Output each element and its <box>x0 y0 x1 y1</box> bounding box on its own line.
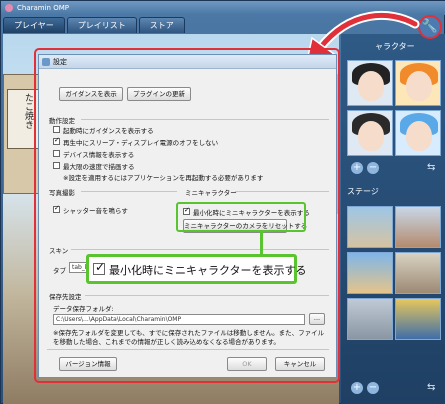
checkbox-label: デバイス情報を表示する <box>63 151 135 159</box>
cancel-button[interactable]: キャンセル <box>275 357 325 371</box>
character-thumb[interactable] <box>347 110 393 156</box>
checkbox-box <box>53 125 60 133</box>
stage-thumb[interactable] <box>395 206 441 248</box>
browse-folder-button[interactable]: ... <box>309 313 325 325</box>
zoomed-mini-character-callout: 最小化時にミニキャラクターを表示する <box>86 254 307 284</box>
checkbox-label: 最大限の速度で描画する <box>63 163 135 171</box>
divider <box>81 191 177 192</box>
main-tabs: プレイヤー プレイリスト ストア <box>3 17 185 33</box>
remove-character-button[interactable]: − <box>367 162 379 174</box>
ok-button[interactable]: OK <box>227 357 267 371</box>
character-face <box>406 121 432 151</box>
settings-dialog-icon <box>42 58 50 66</box>
update-plugin-button[interactable]: プラグインの更新 <box>127 87 191 101</box>
checkbox-box <box>53 204 60 213</box>
save-folder-note-line2: を移動した場合、これまでの情報が正しく読み込めなくなる場合があります。 <box>53 338 280 346</box>
stage-thumb[interactable] <box>395 298 441 340</box>
checkbox-label: 起動時にガイダンスを表示する <box>63 127 154 135</box>
tab-player[interactable]: プレイヤー <box>3 17 65 33</box>
divider <box>85 295 329 296</box>
data-folder-label: データ保存フォルダ: <box>53 305 114 313</box>
dialog-titlebar: 設定 <box>39 55 336 69</box>
version-info-button[interactable]: バージョン情報 <box>59 357 117 371</box>
stage-thumb[interactable] <box>347 206 393 248</box>
device-info-checkbox[interactable]: デバイス情報を表示する <box>53 149 134 159</box>
highlight-connector <box>260 232 263 256</box>
stage-section-label: ステージ <box>347 187 379 196</box>
dialog-title: 設定 <box>53 58 67 66</box>
guidance-on-start-checkbox[interactable]: 起動時にガイダンスを表示する <box>53 125 154 135</box>
swap-character-icon[interactable]: ⇆ <box>427 162 435 173</box>
tab-store[interactable]: ストア <box>138 17 185 33</box>
checkbox-box <box>93 260 105 275</box>
stage-thumb[interactable] <box>347 298 393 340</box>
checkbox-box <box>53 149 60 157</box>
stage-thumb[interactable] <box>395 252 441 294</box>
divider <box>47 349 329 350</box>
data-folder-input[interactable]: C:\Users\...\AppData\Local\Charamin\OMP <box>53 314 305 325</box>
add-stage-button[interactable]: + <box>351 382 363 394</box>
checkbox-box <box>53 136 60 145</box>
divider <box>235 191 329 192</box>
zoomed-checkbox-label: 最小化時にミニキャラクターを表示する <box>109 264 307 277</box>
photo-group-label: 写真撮影 <box>49 189 75 197</box>
character-face <box>358 121 384 151</box>
stage-thumb[interactable] <box>347 252 393 294</box>
tab-playlist[interactable]: プレイリスト <box>66 17 137 33</box>
checkbox-label: 再生中にスリープ・ディスプレイ電源のオフをしない <box>63 139 219 147</box>
zoomed-mini-character-checkbox: 最小化時にミニキャラクターを表示する <box>93 260 307 278</box>
checkbox-label: シャッター音を鳴らす <box>63 207 128 215</box>
save-group-label: 保存先設定 <box>49 293 82 301</box>
swap-stage-icon[interactable]: ⇆ <box>427 382 435 393</box>
divider <box>81 119 329 120</box>
right-panel: ャラクター + − ⇆ ステージ + − ⇆ <box>341 34 445 404</box>
add-character-button[interactable]: + <box>351 162 363 174</box>
app-title: Charamin OMP <box>17 4 69 12</box>
character-thumb[interactable] <box>395 110 441 156</box>
skin-type-label: タブ <box>53 267 66 275</box>
mini-character-highlight <box>176 202 306 232</box>
mini-character-group-label: ミニキャラクター <box>185 189 237 197</box>
app-logo-icon <box>5 4 13 12</box>
show-guidance-button[interactable]: ガイダンスを表示 <box>59 87 123 101</box>
behavior-group-label: 動作設定 <box>49 117 75 125</box>
no-sleep-checkbox[interactable]: 再生中にスリープ・ディスプレイ電源のオフをしない <box>53 136 219 147</box>
checkbox-box <box>53 161 60 169</box>
divider <box>71 249 329 250</box>
skin-group-label: スキン <box>49 247 69 255</box>
restart-note: ※設定を適用するにはアプリケーションを再起動する必要があります <box>63 174 264 182</box>
remove-stage-button[interactable]: − <box>367 382 379 394</box>
shutter-sound-checkbox[interactable]: シャッター音を鳴らす <box>53 204 128 215</box>
max-speed-checkbox[interactable]: 最大限の速度で描画する <box>53 161 135 171</box>
